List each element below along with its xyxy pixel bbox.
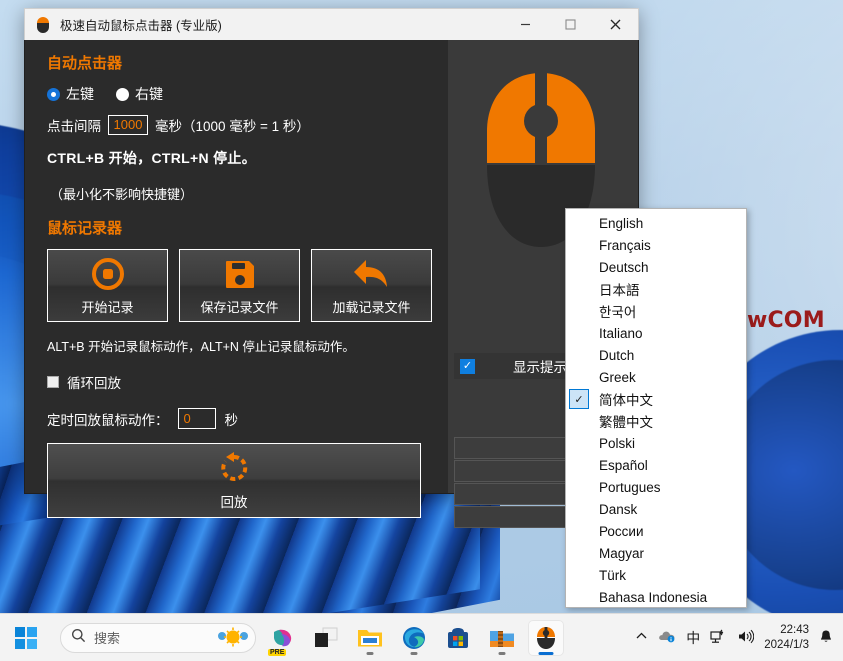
save-record-label: 保存记录文件 — [200, 300, 279, 315]
volume-icon[interactable] — [737, 629, 755, 647]
close-button[interactable] — [593, 9, 638, 41]
loop-playback-row: 循环回放 — [47, 372, 448, 392]
click-button-radio-group: 左键 右键 — [47, 84, 448, 104]
taskbar: 搜索 PRE 中 22:43 2024/1/3 — [0, 613, 843, 661]
language-dropdown-menu[interactable]: English Français Deutsch 日本語 한국어 Italian… — [565, 208, 747, 608]
taskbar-clock[interactable]: 22:43 2024/1/3 — [764, 623, 809, 653]
timed-playback-row: 定时回放鼠标动作： 0 秒 — [47, 408, 448, 429]
window-title: 极速自动鼠标点击器 (专业版) — [60, 19, 222, 33]
radio-right-button[interactable] — [116, 87, 129, 101]
language-item-korean[interactable]: 한국어 — [566, 300, 746, 322]
language-item-greek[interactable]: Greek — [566, 366, 746, 388]
globe-emoji-icon — [217, 627, 249, 652]
radio-right-button-label: 右键 — [135, 86, 163, 102]
window-titlebar[interactable]: 极速自动鼠标点击器 (专业版) — [24, 8, 639, 40]
minimize-note: （最小化不影响快捷键） — [50, 187, 194, 202]
playback-button[interactable]: 回放 — [47, 443, 421, 518]
floppy-save-icon — [222, 250, 258, 297]
edge-icon[interactable] — [396, 620, 432, 656]
playback-label: 回放 — [220, 495, 248, 510]
onedrive-icon[interactable] — [658, 629, 676, 646]
notification-bell-icon[interactable] — [819, 629, 833, 647]
load-record-label: 加载记录文件 — [332, 300, 411, 315]
auto-clicker-window: 极速自动鼠标点击器 (专业版) 自动点击器 左键 右键 点击间隔 1000 毫秒… — [24, 8, 639, 528]
window-body: 自动点击器 左键 右键 点击间隔 1000 毫秒（1000 毫秒 = 1 秒） … — [24, 40, 639, 528]
microsoft-store-icon[interactable] — [440, 620, 476, 656]
timed-playback-input[interactable]: 0 — [177, 408, 216, 429]
language-item-dansk[interactable]: Dansk — [566, 498, 746, 520]
loop-playback-checkbox[interactable] — [47, 376, 59, 388]
chevron-up-icon[interactable] — [635, 630, 648, 646]
start-record-button[interactable]: 开始记录 — [47, 249, 168, 322]
alt-hotkey-hint: ALT+B 开始记录鼠标动作，ALT+N 停止记录鼠标动作。 — [47, 340, 355, 354]
language-item-portugues[interactable]: Portugues — [566, 476, 746, 498]
file-explorer-running-indicator — [366, 651, 374, 655]
window-controls — [503, 9, 638, 41]
load-record-button[interactable]: 加载记录文件 — [311, 249, 432, 322]
language-item-japanese[interactable]: 日本語 — [566, 278, 746, 300]
autoclicker-section-title: 自动点击器 — [47, 55, 123, 72]
check-icon: ✓ — [569, 389, 589, 409]
minimize-button[interactable] — [503, 9, 548, 41]
search-input[interactable]: 搜索 — [60, 622, 256, 653]
search-icon — [71, 628, 86, 648]
file-explorer-icon[interactable] — [352, 620, 388, 656]
click-interval-input[interactable]: 1000 — [108, 115, 148, 135]
timed-playback-label: 定时回放鼠标动作： — [47, 412, 169, 428]
language-item-italiano[interactable]: Italiano — [566, 322, 746, 344]
click-interval-unit: 毫秒（1000 毫秒 = 1 秒） — [155, 119, 310, 134]
replay-icon — [218, 444, 250, 491]
language-item-traditional-chinese[interactable]: 繁體中文 — [566, 410, 746, 432]
maximize-button[interactable] — [548, 9, 593, 41]
load-arrow-icon — [352, 250, 392, 297]
language-item-turk[interactable]: Türk — [566, 564, 746, 586]
search-placeholder: 搜索 — [94, 631, 121, 646]
loop-playback-label: 循环回放 — [67, 376, 121, 391]
mouse-clicker-running-indicator — [538, 651, 554, 655]
recorder-button-row: 开始记录 保存记录文件 加载记录文件 — [47, 249, 448, 322]
system-tray: 中 22:43 2024/1/3 — [635, 623, 833, 653]
timed-playback-unit: 秒 — [224, 412, 239, 428]
mouse-icon — [35, 16, 51, 33]
winrar-icon[interactable] — [484, 620, 520, 656]
ime-indicator[interactable]: 中 — [686, 628, 700, 648]
recorder-section-title: 鼠标记录器 — [47, 220, 123, 237]
copilot-pre-badge: PRE — [268, 648, 287, 656]
language-item-deutsch[interactable]: Deutsch — [566, 256, 746, 278]
language-item-espanol[interactable]: Español — [566, 454, 746, 476]
start-record-label: 开始记录 — [81, 300, 134, 315]
network-icon[interactable] — [710, 629, 727, 647]
record-circle-icon — [90, 250, 126, 297]
language-item-english[interactable]: English — [566, 212, 746, 234]
click-interval-row: 点击间隔 1000 毫秒（1000 毫秒 = 1 秒） — [47, 115, 448, 135]
language-item-polski[interactable]: Polski — [566, 432, 746, 454]
language-item-simplified-chinese[interactable]: ✓ 简体中文 — [566, 388, 746, 410]
copilot-icon[interactable]: PRE — [264, 620, 300, 656]
save-record-button[interactable]: 保存记录文件 — [179, 249, 300, 322]
taskbar-left-cluster: 搜索 PRE — [8, 619, 564, 656]
language-item-russian[interactable]: России — [566, 520, 746, 542]
show-tip-window-checkbox[interactable]: ✓ — [460, 358, 475, 374]
radio-left-button[interactable] — [47, 87, 60, 101]
clock-date: 2024/1/3 — [764, 638, 809, 651]
click-interval-label: 点击间隔 — [47, 119, 101, 134]
radio-left-button-label: 左键 — [66, 86, 94, 102]
hotkey-hint: CTRL+B 开始，CTRL+N 停止。 — [47, 150, 256, 166]
clock-time: 22:43 — [780, 623, 809, 636]
language-item-bahasa-indonesia[interactable]: Bahasa Indonesia — [566, 586, 746, 608]
edge-running-indicator — [410, 651, 418, 655]
start-icon[interactable] — [8, 620, 44, 656]
language-item-magyar[interactable]: Magyar — [566, 542, 746, 564]
language-item-francais[interactable]: Français — [566, 234, 746, 256]
task-view-icon[interactable] — [308, 620, 344, 656]
mouse-clicker-icon[interactable] — [528, 619, 564, 656]
winrar-running-indicator — [498, 651, 506, 655]
language-item-dutch[interactable]: Dutch — [566, 344, 746, 366]
left-panel: 自动点击器 左键 右键 点击间隔 1000 毫秒（1000 毫秒 = 1 秒） … — [25, 40, 448, 518]
